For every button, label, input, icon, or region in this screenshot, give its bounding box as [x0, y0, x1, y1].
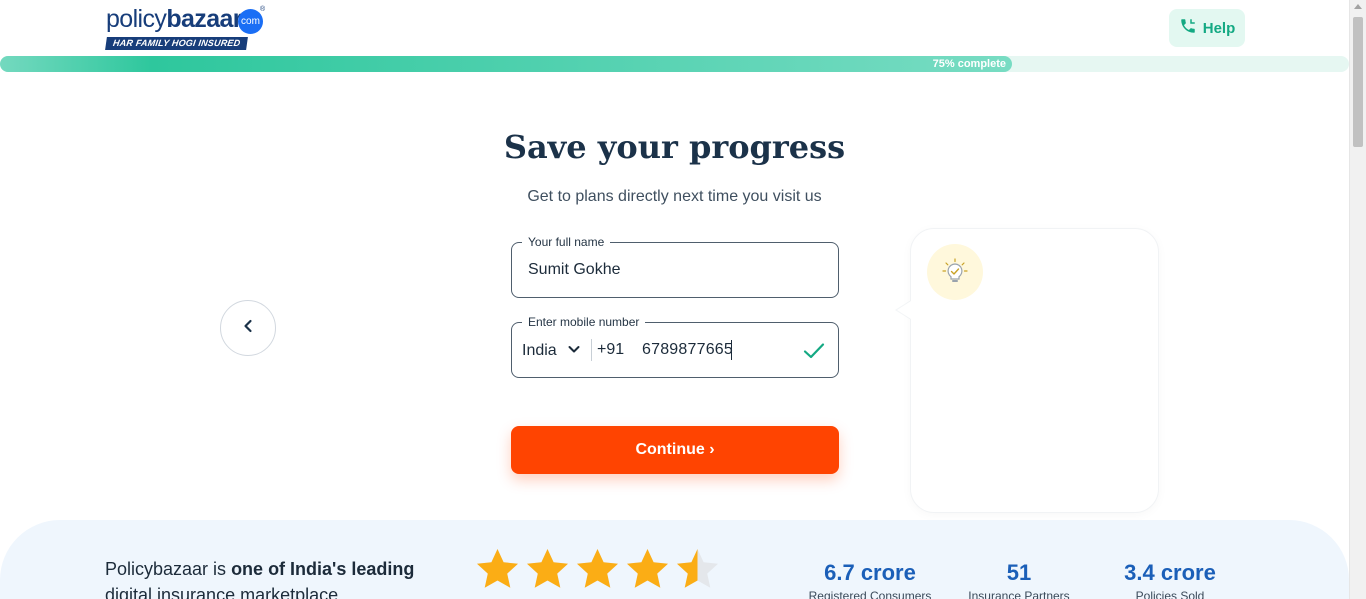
header: policybazaar com ® HAR FAMILY HOGI INSUR…	[0, 0, 1349, 56]
scrollbar-thumb[interactable]	[1353, 17, 1363, 147]
country-select-value: India	[522, 342, 557, 359]
back-button[interactable]	[220, 300, 276, 356]
full-name-input[interactable]: Sumit Gokhe	[528, 261, 620, 279]
logo-registered-mark: ®	[260, 6, 266, 13]
lightbulb-icon	[927, 244, 983, 300]
progress-label: 75% complete	[932, 58, 1006, 70]
continue-button[interactable]: Continue ›	[511, 426, 839, 474]
help-button[interactable]: Help	[1169, 9, 1245, 47]
rating-stars	[475, 547, 720, 592]
scroll-up-arrow-icon[interactable]	[1354, 4, 1362, 9]
trust-statement: Policybazaar is one of India's leading d…	[105, 556, 425, 599]
chevron-left-icon	[241, 319, 255, 338]
star-icon	[477, 549, 518, 588]
progress-fill: 75% complete	[0, 56, 1012, 72]
tip-card-pointer-inner	[897, 301, 911, 319]
page-scrollbar[interactable]	[1349, 0, 1366, 599]
logo-tagline: HAR FAMILY HOGI INSURED	[105, 37, 249, 50]
star-icon	[527, 549, 568, 588]
help-label: Help	[1202, 19, 1236, 37]
stat-insurance-partners: 51 Insurance Partners	[959, 560, 1079, 599]
page-title: Save your progress	[503, 128, 846, 166]
checkmark-icon	[802, 339, 826, 363]
country-select[interactable]: India	[522, 340, 581, 362]
chevron-down-icon	[567, 342, 581, 361]
star-icon	[577, 549, 618, 588]
stat-label: Insurance Partners	[968, 589, 1070, 599]
phone-icon	[1179, 17, 1197, 39]
stat-value: 6.7 crore	[824, 560, 916, 585]
mobile-number-field[interactable]: Enter mobile number India +91 6789877665	[511, 314, 839, 378]
policybazaar-logo[interactable]: policybazaar com ® HAR FAMILY HOGI INSUR…	[105, 5, 276, 50]
full-name-field[interactable]: Your full name Sumit Gokhe	[511, 234, 839, 298]
stat-value: 51	[1006, 560, 1032, 585]
dial-code: +91	[597, 341, 625, 358]
field-divider	[591, 339, 592, 361]
stat-policies-sold: 3.4 crore Policies Sold	[1110, 560, 1230, 599]
page-subtitle: Get to plans directly next time you visi…	[527, 188, 822, 205]
stat-registered-consumers: 6.7 crore Registered Consumers	[800, 560, 940, 599]
trust-statement-suffix: digital insurance marketplace	[105, 585, 339, 599]
star-icon	[677, 549, 718, 588]
trust-statement-prefix: Policybazaar is	[105, 559, 232, 579]
progress-bar: 75% complete	[0, 56, 1349, 72]
trust-statement-highlight: one of India's leading	[231, 559, 415, 579]
mobile-number-label: Enter mobile number	[522, 314, 646, 330]
mobile-number-input[interactable]: 6789877665	[642, 341, 733, 359]
stat-value: 3.4 crore	[1124, 560, 1216, 585]
logo-wordmark: policybazaar	[106, 5, 243, 33]
full-name-label: Your full name	[522, 234, 611, 250]
text-caret	[731, 340, 732, 360]
stat-label: Registered Consumers	[808, 589, 932, 599]
star-icon	[627, 549, 668, 588]
stat-label: Policies Sold	[1135, 589, 1205, 599]
